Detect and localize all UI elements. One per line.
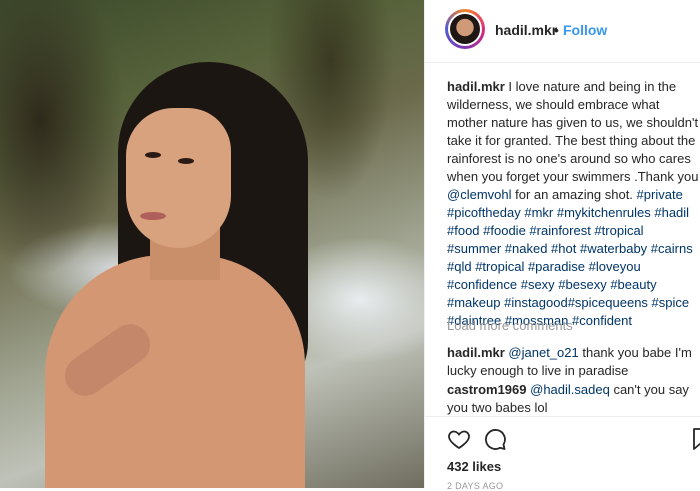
eye-right xyxy=(178,158,194,164)
bookmark-icon[interactable] xyxy=(689,427,700,451)
post-side-panel: hadil.mkr • Follow hadil.mkr I love natu… xyxy=(424,0,700,491)
likes-count[interactable]: 432 likes xyxy=(447,459,501,474)
caption-mention[interactable]: @clemvohl xyxy=(447,187,512,202)
follow-button[interactable]: Follow xyxy=(563,22,607,38)
avatar-image xyxy=(450,14,480,44)
heart-icon[interactable] xyxy=(447,427,471,451)
comment-mention[interactable]: @hadil.sadeq xyxy=(530,382,610,397)
comment-username[interactable]: castrom1969 xyxy=(447,382,527,397)
comment-item: castrom1969 @hadil.sadeq can't you say y… xyxy=(447,381,699,417)
avatar[interactable] xyxy=(445,9,485,49)
caption-hashtags[interactable]: #private #picoftheday #mkr #mykitchenrul… xyxy=(447,187,693,328)
face-shape xyxy=(126,108,231,248)
comment-username[interactable]: hadil.mkr xyxy=(447,345,505,360)
comment-mention[interactable]: @janet_o21 xyxy=(508,345,578,360)
lips-shape xyxy=(140,212,166,220)
header-username[interactable]: hadil.mkr xyxy=(495,22,557,38)
header-separator: • xyxy=(554,22,559,38)
caption-after-mention: for an amazing shot. xyxy=(515,187,633,202)
caption-username[interactable]: hadil.mkr xyxy=(447,79,505,94)
load-more-comments[interactable]: Load more comments xyxy=(447,318,573,333)
post-photo[interactable] xyxy=(0,0,424,488)
caption-text: I love nature and being in the wildernes… xyxy=(447,79,699,184)
post-timestamp: 2 DAYS AGO xyxy=(447,481,504,491)
comment-icon[interactable] xyxy=(483,427,507,451)
post-caption: hadil.mkr I love nature and being in the… xyxy=(447,78,699,330)
eye-left xyxy=(145,152,161,158)
comment-item: hadil.mkr @janet_o21 thank you babe I'm … xyxy=(447,344,699,380)
post-actions: 432 likes 2 DAYS AGO xyxy=(425,416,700,491)
post-header: hadil.mkr • Follow xyxy=(425,0,700,63)
